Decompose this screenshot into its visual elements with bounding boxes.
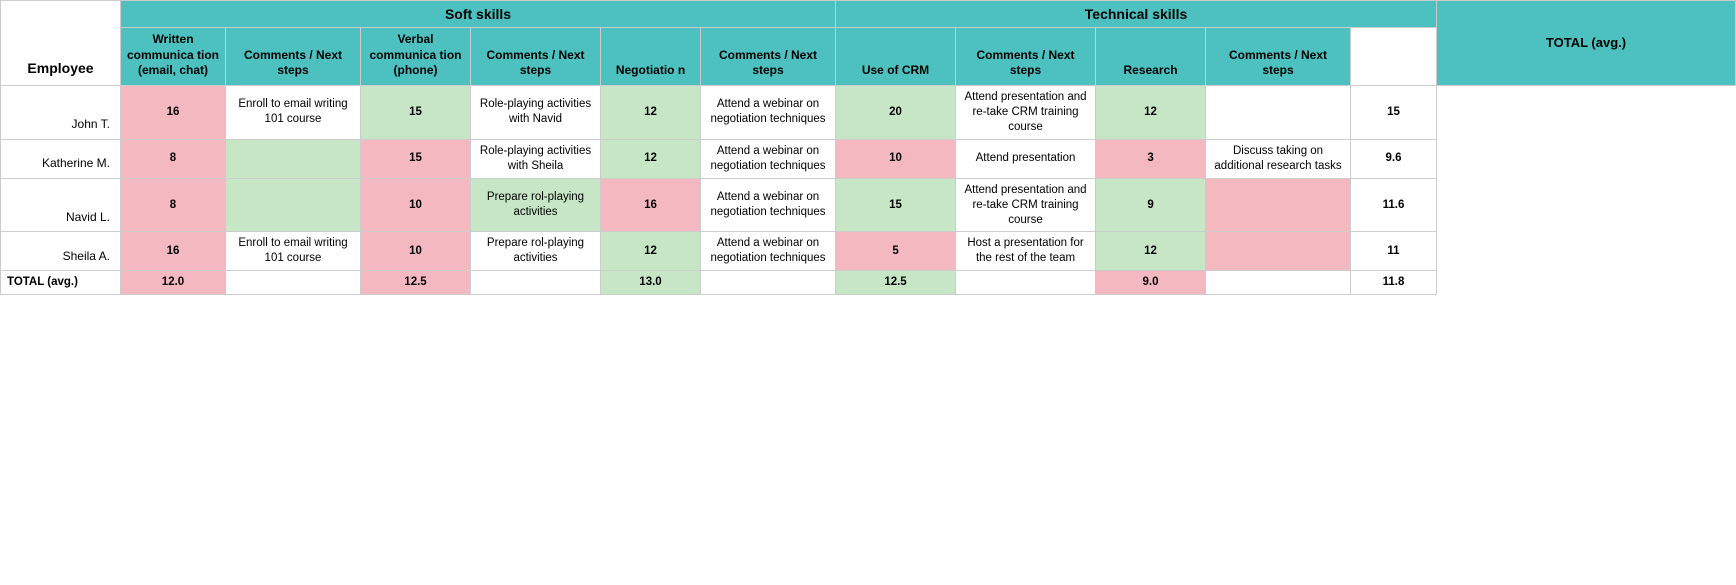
comments-next4-header: Comments / Next steps xyxy=(956,28,1096,86)
data-cell: 5 xyxy=(836,232,956,271)
negotiation-header: Negotiatio n xyxy=(601,28,701,86)
employee-header: Employee xyxy=(1,1,121,86)
total-value xyxy=(1206,271,1351,295)
data-cell: 12 xyxy=(601,85,701,139)
comments-next3-header: Comments / Next steps xyxy=(701,28,836,86)
data-cell xyxy=(1206,232,1351,271)
written-comm-header: Written communica tion (email, chat) xyxy=(121,28,226,86)
data-cell: 9 xyxy=(1096,178,1206,232)
data-cell: 3 xyxy=(1096,139,1206,178)
total-value: 12.0 xyxy=(121,271,226,295)
data-cell xyxy=(1206,178,1351,232)
comments-next5-header: Comments / Next steps xyxy=(1206,28,1351,86)
total-label: TOTAL (avg.) xyxy=(1,271,121,295)
data-cell: 12 xyxy=(1096,85,1206,139)
data-cell: 20 xyxy=(836,85,956,139)
data-cell: Prepare rol-playing activities xyxy=(471,178,601,232)
total-value xyxy=(956,271,1096,295)
data-cell: Attend a webinar on negotiation techniqu… xyxy=(701,232,836,271)
total-value: 9.0 xyxy=(1096,271,1206,295)
data-cell: Prepare rol-playing activities xyxy=(471,232,601,271)
data-cell: 10 xyxy=(361,178,471,232)
data-cell: Attend presentation and re-take CRM trai… xyxy=(956,178,1096,232)
table-row: Navid L.8 10Prepare rol-playing activitie… xyxy=(1,178,1736,232)
total-value: 13.0 xyxy=(601,271,701,295)
comments-next2-header: Comments / Next steps xyxy=(471,28,601,86)
data-cell: 8 xyxy=(121,178,226,232)
data-cell: Enroll to email writing 101 course xyxy=(226,85,361,139)
data-cell: 10 xyxy=(836,139,956,178)
data-cell: 8 xyxy=(121,139,226,178)
total-value: 12.5 xyxy=(836,271,956,295)
data-cell: 12 xyxy=(601,139,701,178)
data-cell: 9.6 xyxy=(1351,139,1437,178)
data-cell: 15 xyxy=(361,85,471,139)
comments-next1-header: Comments / Next steps xyxy=(226,28,361,86)
data-cell: Discuss taking on additional research ta… xyxy=(1206,139,1351,178)
data-cell: Host a presentation for the rest of the … xyxy=(956,232,1096,271)
data-cell: Role-playing activities with Navid xyxy=(471,85,601,139)
total-value xyxy=(226,271,361,295)
soft-skills-header: Soft skills xyxy=(121,1,836,28)
data-cell: Attend a webinar on negotiation techniqu… xyxy=(701,178,836,232)
skills-table: Employee Soft skills Technical skills TO… xyxy=(0,0,1736,295)
data-cell: 15 xyxy=(361,139,471,178)
employee-cell: Sheila A. xyxy=(1,232,121,271)
verbal-comm-header: Verbal communica tion (phone) xyxy=(361,28,471,86)
data-cell: 16 xyxy=(601,178,701,232)
table-row: Katherine M.8 15Role-playing activities w… xyxy=(1,139,1736,178)
data-cell: 16 xyxy=(121,232,226,271)
table-row: John T.16Enroll to email writing 101 cou… xyxy=(1,85,1736,139)
total-header: TOTAL (avg.) xyxy=(1437,1,1736,86)
main-table-container: Employee Soft skills Technical skills TO… xyxy=(0,0,1736,295)
data-cell: 12 xyxy=(601,232,701,271)
data-cell: Attend presentation and re-take CRM trai… xyxy=(956,85,1096,139)
data-cell: 12 xyxy=(1096,232,1206,271)
research-header: Research xyxy=(1096,28,1206,86)
data-cell: 11.6 xyxy=(1351,178,1437,232)
total-row: TOTAL (avg.)12.0 12.5 13.0 12.5 9.0 11.8 xyxy=(1,271,1736,295)
employee-cell: Katherine M. xyxy=(1,139,121,178)
employee-cell: Navid L. xyxy=(1,178,121,232)
data-cell: 15 xyxy=(836,178,956,232)
total-value: 12.5 xyxy=(361,271,471,295)
data-cell: 16 xyxy=(121,85,226,139)
total-value xyxy=(471,271,601,295)
data-cell xyxy=(226,178,361,232)
data-cell: Attend a webinar on negotiation techniqu… xyxy=(701,85,836,139)
total-value xyxy=(701,271,836,295)
data-cell: Attend a webinar on negotiation techniqu… xyxy=(701,139,836,178)
data-cell: 11 xyxy=(1351,232,1437,271)
table-row: Sheila A.16Enroll to email writing 101 c… xyxy=(1,232,1736,271)
data-cell: 15 xyxy=(1351,85,1437,139)
data-cell: Attend presentation xyxy=(956,139,1096,178)
use-of-crm-header: Use of CRM xyxy=(836,28,956,86)
technical-skills-header: Technical skills xyxy=(836,1,1437,28)
data-cell: 10 xyxy=(361,232,471,271)
total-value: 11.8 xyxy=(1351,271,1437,295)
employee-cell: John T. xyxy=(1,85,121,139)
header-group-row: Employee Soft skills Technical skills TO… xyxy=(1,1,1736,28)
data-cell xyxy=(226,139,361,178)
data-cell: Role-playing activities with Sheila xyxy=(471,139,601,178)
data-cell: Enroll to email writing 101 course xyxy=(226,232,361,271)
data-cell xyxy=(1206,85,1351,139)
